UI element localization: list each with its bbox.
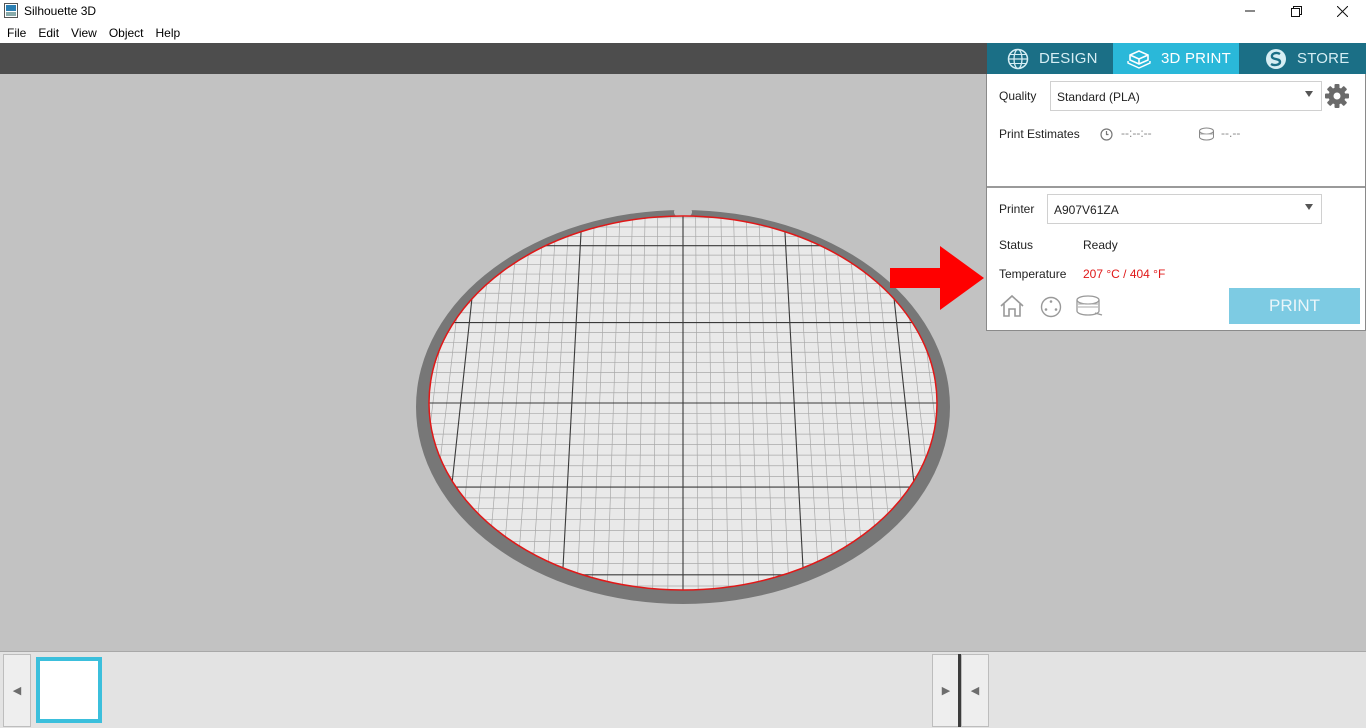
quality-dropdown[interactable]: Standard (PLA)	[1050, 81, 1322, 111]
chevron-down-icon	[1305, 91, 1313, 97]
minimize-button[interactable]	[1227, 0, 1273, 22]
restore-icon	[1290, 5, 1302, 17]
close-button[interactable]	[1319, 0, 1365, 22]
3d-print-icon	[1127, 49, 1151, 69]
calibrate-icon[interactable]	[1040, 296, 1062, 318]
mode-tabs: DESIGN 3D PRINT STORE	[987, 43, 1366, 74]
printer-value: A907V61ZA	[1054, 203, 1119, 217]
filament-spool-icon	[1199, 127, 1214, 141]
triangle-right-icon: ▶	[941, 685, 951, 697]
material-estimate: --.--	[1221, 126, 1241, 140]
time-estimate: --:--:--	[1121, 126, 1152, 140]
app-icon	[4, 3, 18, 18]
temperature-value: 207 °C / 404 °F	[1083, 267, 1166, 281]
menu-object[interactable]: Object	[104, 26, 149, 40]
globe-icon	[1007, 48, 1029, 70]
status-value: Ready	[1083, 238, 1118, 252]
print-button[interactable]: PRINT	[1229, 288, 1360, 324]
filament-load-icon[interactable]	[1075, 295, 1103, 317]
quality-value: Standard (PLA)	[1057, 90, 1140, 104]
minimize-icon	[1245, 10, 1255, 12]
triangle-left-icon: ◀	[12, 685, 22, 697]
chevron-down-icon	[1305, 204, 1313, 210]
silhouette-s-icon	[1265, 48, 1287, 70]
printer-dropdown[interactable]: A907V61ZA	[1047, 194, 1322, 224]
restore-button[interactable]	[1273, 0, 1319, 22]
tab-store[interactable]: STORE	[1239, 43, 1366, 74]
print-estimates-label: Print Estimates	[999, 127, 1080, 141]
scroll-right-button[interactable]: ▶	[932, 654, 960, 727]
tab-3d-print-label: 3D PRINT	[1161, 50, 1231, 67]
print-panel: Quality Standard (PLA) Print Estimates -…	[986, 74, 1366, 331]
tab-design-label: DESIGN	[1039, 50, 1098, 67]
panel-divider	[987, 186, 1365, 188]
tab-design[interactable]: DESIGN	[987, 43, 1113, 74]
menu-bar: File Edit View Object Help	[0, 22, 1366, 43]
temperature-label: Temperature	[999, 267, 1067, 281]
collapse-panel-button[interactable]: ◀	[961, 654, 989, 727]
gear-icon[interactable]	[1324, 83, 1350, 109]
red-arrow-icon	[890, 246, 984, 310]
title-bar: Silhouette 3D	[0, 0, 1366, 22]
scroll-left-button[interactable]: ◀	[3, 654, 31, 727]
page-thumbnail-bar: ◀ ▶ ◀	[0, 651, 1366, 728]
menu-view[interactable]: View	[66, 26, 102, 40]
menu-help[interactable]: Help	[151, 26, 186, 40]
quality-label: Quality	[999, 89, 1037, 103]
menu-edit[interactable]: Edit	[33, 26, 64, 40]
close-icon	[1336, 5, 1348, 17]
home-icon[interactable]	[999, 294, 1025, 318]
clock-icon	[1100, 128, 1113, 141]
triangle-left-icon: ◀	[970, 685, 980, 697]
printer-label: Printer	[999, 202, 1035, 216]
tab-3d-print[interactable]: 3D PRINT	[1113, 43, 1239, 74]
menu-file[interactable]: File	[2, 26, 31, 40]
status-label: Status	[999, 238, 1034, 252]
page-thumbnail[interactable]	[36, 657, 102, 723]
tab-store-label: STORE	[1297, 50, 1350, 67]
window-title: Silhouette 3D	[24, 4, 97, 18]
